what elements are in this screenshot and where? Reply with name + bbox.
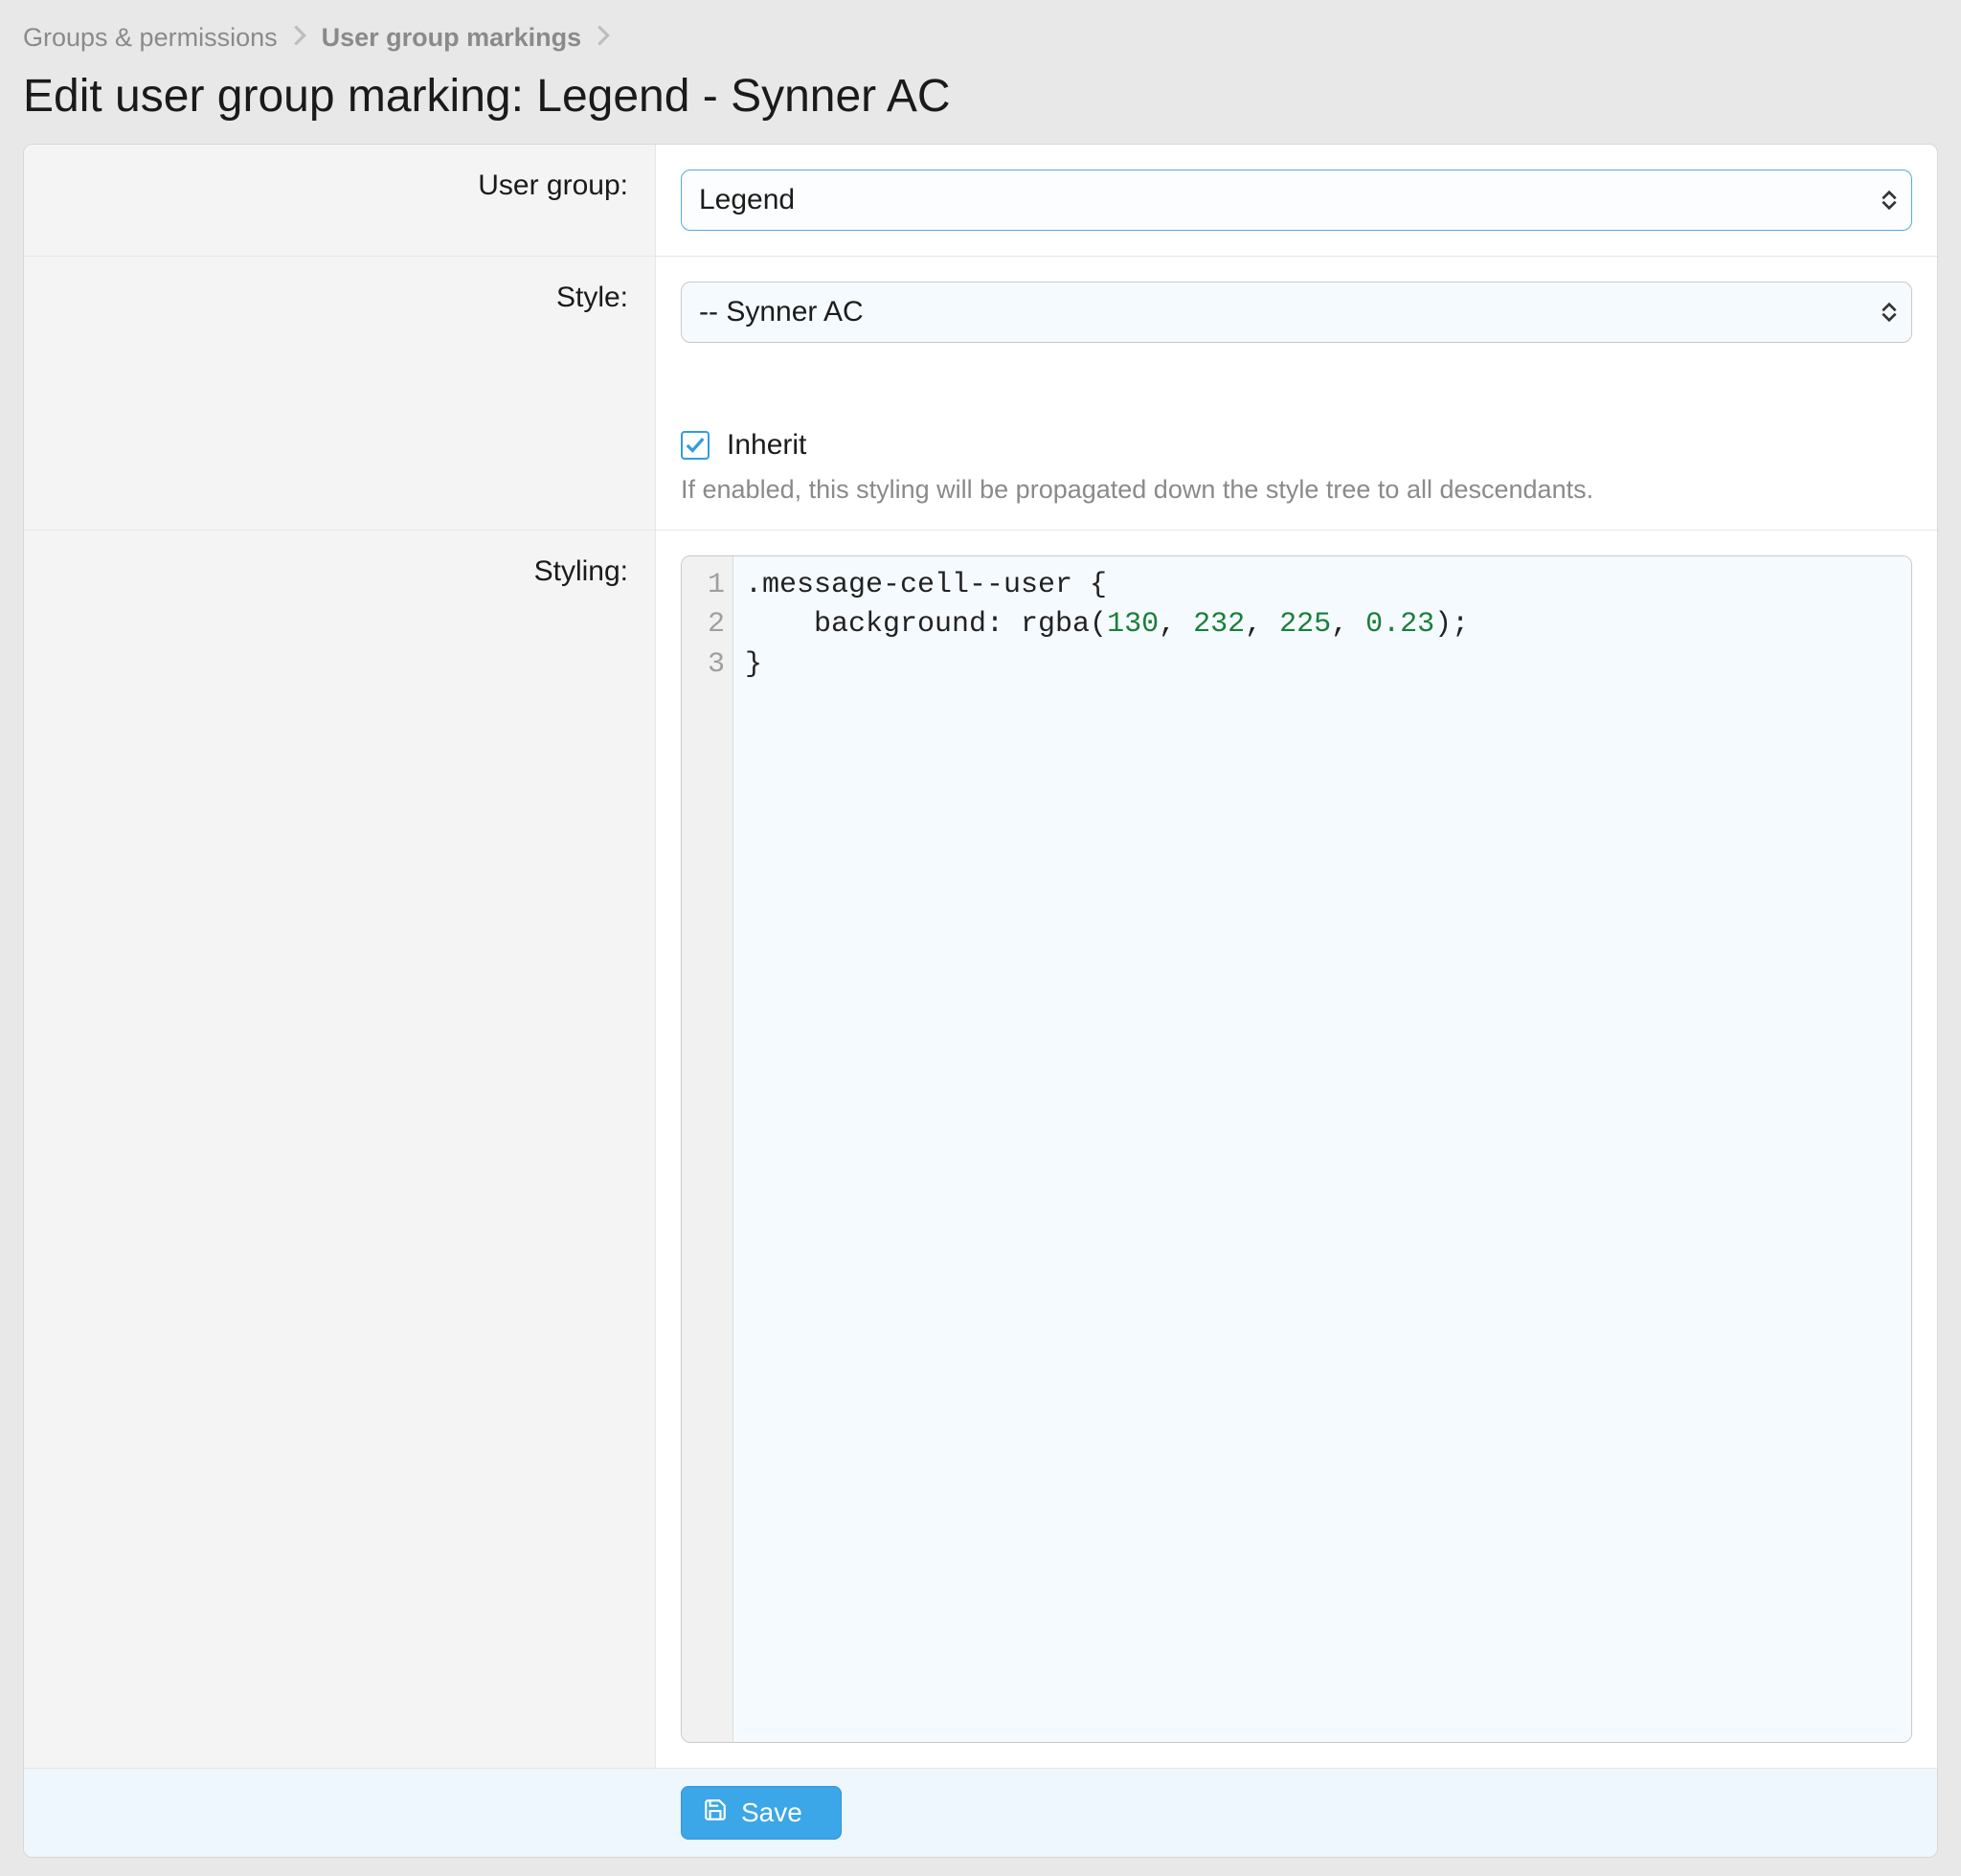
save-button-label: Save bbox=[741, 1797, 802, 1828]
save-icon bbox=[703, 1797, 728, 1829]
row-footer: Save bbox=[24, 1769, 1937, 1857]
breadcrumb-groups-permissions[interactable]: Groups & permissions bbox=[23, 23, 278, 53]
css-code-editor[interactable]: 1 2 3 .message-cell--user { background: … bbox=[681, 555, 1912, 1743]
code-gutter: 1 2 3 bbox=[682, 556, 733, 1742]
row-style: Style: -- Synner AC Inherit bbox=[24, 257, 1937, 531]
label-user-group: User group: bbox=[24, 145, 656, 256]
breadcrumb: Groups & permissions User group markings bbox=[23, 23, 1938, 53]
breadcrumb-user-group-markings[interactable]: User group markings bbox=[322, 23, 582, 53]
style-select[interactable]: -- Synner AC bbox=[681, 282, 1912, 343]
inherit-checkbox[interactable] bbox=[681, 431, 710, 460]
edit-form-panel: User group: Legend Style: bbox=[23, 144, 1938, 1858]
chevron-right-icon bbox=[293, 25, 306, 52]
code-content[interactable]: .message-cell--user { background: rgba(1… bbox=[733, 556, 1911, 1742]
label-styling: Styling: bbox=[24, 531, 656, 1768]
inherit-help-text: If enabled, this styling will be propaga… bbox=[681, 475, 1912, 505]
user-group-select[interactable]: Legend bbox=[681, 170, 1912, 231]
chevron-right-icon bbox=[597, 25, 610, 52]
row-user-group: User group: Legend bbox=[24, 145, 1937, 257]
save-button[interactable]: Save bbox=[681, 1786, 842, 1840]
chevron-updown-icon bbox=[1882, 191, 1897, 210]
label-style: Style: bbox=[24, 257, 656, 530]
inherit-label: Inherit bbox=[727, 429, 806, 462]
style-select-value: -- Synner AC bbox=[699, 296, 864, 328]
chevron-updown-icon bbox=[1882, 303, 1897, 322]
row-styling: Styling: 1 2 3 .message-cell--user { bac… bbox=[24, 531, 1937, 1769]
page-title: Edit user group marking: Legend - Synner… bbox=[23, 70, 1938, 123]
user-group-select-value: Legend bbox=[699, 184, 795, 216]
